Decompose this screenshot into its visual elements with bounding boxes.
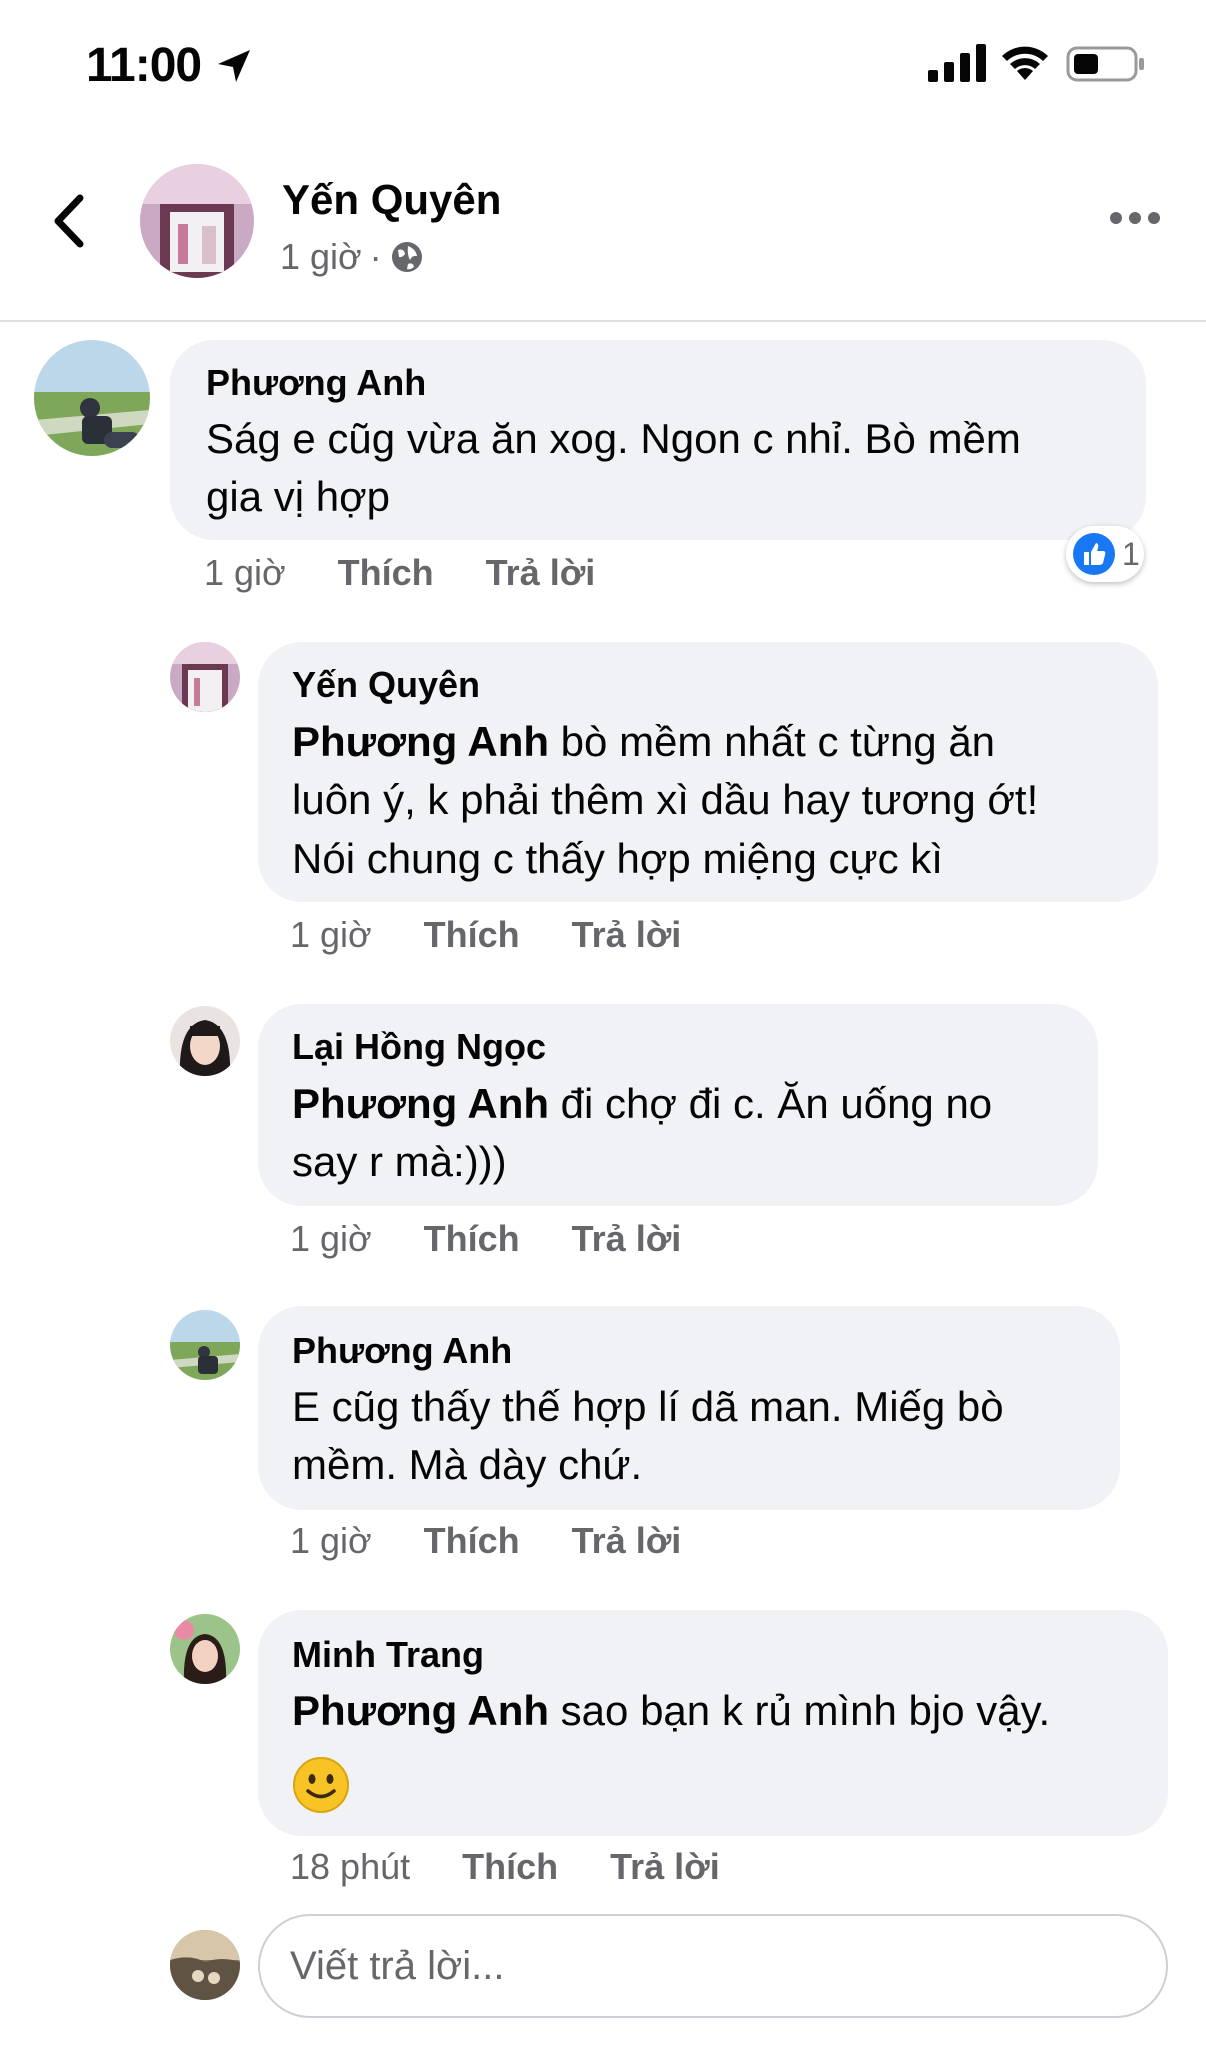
comment-author[interactable]: Yến Quyên	[292, 664, 480, 706]
comment-text: bò mềm nhất c từng ăn	[549, 718, 996, 765]
reply-button[interactable]: Trả lời	[486, 552, 596, 594]
globe-icon	[391, 242, 422, 272]
battery-icon	[1066, 46, 1144, 82]
mention-link[interactable]: Phương Anh	[292, 1687, 549, 1734]
reply-button[interactable]: Trả lời	[572, 1520, 682, 1562]
post-time: 1 giờ	[280, 236, 362, 277]
reply-button[interactable]: Trả lời	[572, 1218, 682, 1260]
meta-separator: ·	[369, 236, 382, 277]
comment-text-line: Ság e cũg vừa ăn xog. Ngon c nhỉ. Bò mềm	[206, 415, 1021, 462]
comment-actions: 1 giờ Thích Trả lời	[290, 1218, 681, 1260]
comment-text-line: Phương Anh đi chợ đi c. Ăn uống no	[292, 1075, 992, 1133]
comment-text-line: E cũg thấy thế hợp lí dã man. Miếg bò	[292, 1383, 1004, 1430]
comment-actions: 1 giờ Thích Trả lời	[290, 1520, 681, 1562]
back-button[interactable]	[42, 186, 98, 256]
comment-text-line: Nói chung c thấy hợp miệng cực kì	[292, 835, 943, 882]
comment-time: 1 giờ	[204, 552, 286, 593]
smiley-emoji-icon	[293, 1757, 349, 1813]
current-user-avatar	[170, 1930, 240, 2000]
like-button[interactable]: Thích	[424, 914, 520, 956]
comment-text-line: mềm. Mà dày chứ.	[292, 1441, 643, 1488]
reaction-count: 1	[1122, 535, 1140, 572]
like-reaction-icon	[1073, 533, 1115, 575]
post-meta: 1 giờ ·	[280, 236, 424, 278]
reply-button[interactable]: Trả lời	[572, 914, 682, 956]
comment-time: 1 giờ	[290, 914, 372, 955]
reply-input[interactable]	[258, 1914, 1168, 2018]
comment-actions: 1 giờ Thích Trả lời	[204, 552, 595, 594]
location-arrow-icon	[218, 50, 250, 82]
comment-author[interactable]: Phương Anh	[292, 1330, 512, 1372]
like-button[interactable]: Thích	[462, 1846, 558, 1888]
reaction-badge[interactable]: 1	[1066, 526, 1144, 582]
comment-text-line: Phương Anh sao bạn k rủ mình bjo vậy.	[292, 1682, 1050, 1740]
comment-text-line: say r mà:)))	[292, 1138, 507, 1185]
comment-time: 1 giờ	[290, 1218, 372, 1259]
post-author-name[interactable]: Yến Quyên	[282, 176, 501, 224]
post-author-avatar[interactable]	[140, 164, 254, 278]
comment-time: 1 giờ	[290, 1520, 372, 1561]
reply-button[interactable]: Trả lời	[610, 1846, 720, 1888]
comment-author[interactable]: Minh Trang	[292, 1634, 484, 1676]
commenter-avatar[interactable]	[34, 340, 150, 456]
comment-text-line: luôn ý, k phải thêm xì dầu hay tương ớt!	[292, 776, 1039, 823]
commenter-avatar[interactable]	[170, 642, 240, 712]
header-divider	[0, 320, 1206, 322]
comment-actions: 1 giờ Thích Trả lời	[290, 914, 681, 956]
signal-icon	[928, 44, 986, 82]
commenter-avatar[interactable]	[170, 1006, 240, 1076]
comment-text-line: gia vị hợp	[206, 473, 390, 520]
comment-text-line: Phương Anh bò mềm nhất c từng ăn	[292, 713, 995, 771]
comment-text: đi chợ đi c. Ăn uống no	[549, 1080, 993, 1127]
comment-author[interactable]: Phương Anh	[206, 362, 426, 404]
status-time: 11:00	[86, 39, 202, 92]
commenter-avatar[interactable]	[170, 1310, 240, 1380]
mention-link[interactable]: Phương Anh	[292, 718, 549, 765]
comment-author[interactable]: Lại Hồng Ngọc	[292, 1026, 546, 1068]
like-button[interactable]: Thích	[424, 1520, 520, 1562]
comment-text: sao bạn k rủ mình bjo vậy.	[549, 1687, 1051, 1734]
comment-time: 18 phút	[290, 1846, 411, 1887]
like-button[interactable]: Thích	[338, 552, 434, 594]
commenter-avatar[interactable]	[170, 1614, 240, 1684]
wifi-icon	[1002, 46, 1048, 80]
more-options-button[interactable]	[1108, 200, 1162, 236]
like-button[interactable]: Thích	[424, 1218, 520, 1260]
mention-link[interactable]: Phương Anh	[292, 1080, 549, 1127]
comment-actions: 18 phút Thích Trả lời	[290, 1846, 720, 1888]
